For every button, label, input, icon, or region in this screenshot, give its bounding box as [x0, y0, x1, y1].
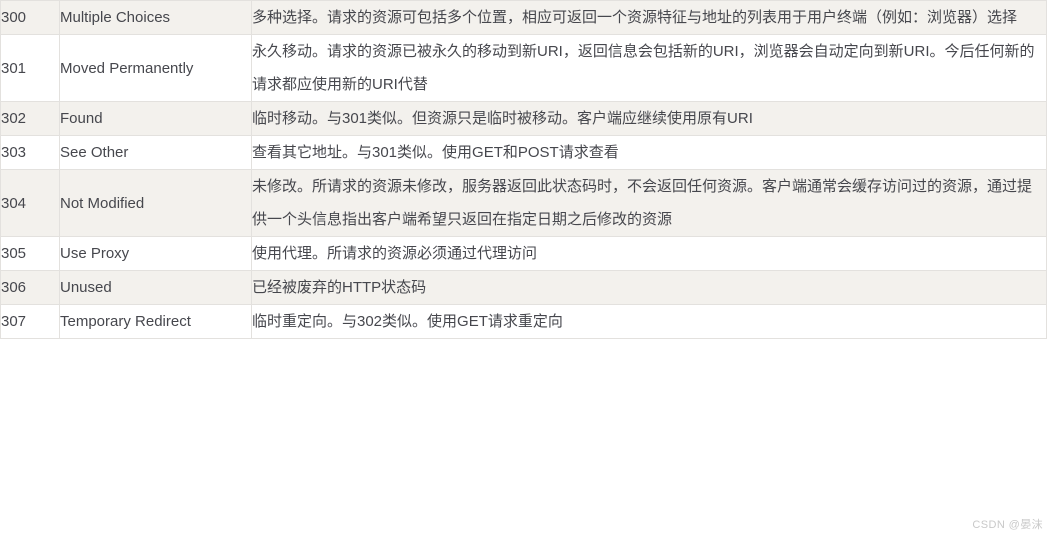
status-name-cell: Not Modified	[59, 169, 252, 237]
table-row: 303 See Other 查看其它地址。与301类似。使用GET和POST请求查看	[0, 135, 1047, 170]
status-code-cell: 305	[0, 236, 60, 271]
status-code-cell: 306	[0, 270, 60, 305]
http-status-code-table: 300 Multiple Choices 多种选择。请求的资源可包括多个位置，相应可…	[0, 0, 1047, 339]
status-name-cell: Unused	[59, 270, 252, 305]
csdn-watermark: CSDN @晏沫	[972, 519, 1043, 531]
status-description-cell: 查看其它地址。与301类似。使用GET和POST请求查看	[251, 135, 1047, 170]
status-description-cell: 已经被废弃的HTTP状态码	[251, 270, 1047, 305]
status-code-cell: 304	[0, 169, 60, 237]
status-name-cell: Found	[59, 101, 252, 136]
status-code-cell: 303	[0, 135, 60, 170]
table-row: 302 Found 临时移动。与301类似。但资源只是临时被移动。客户端应继续使用原…	[0, 101, 1047, 136]
status-description-cell: 使用代理。所请求的资源必须通过代理访问	[251, 236, 1047, 271]
status-name-cell: See Other	[59, 135, 252, 170]
table-row: 305 Use Proxy 使用代理。所请求的资源必须通过代理访问	[0, 236, 1047, 271]
status-description-cell: 多种选择。请求的资源可包括多个位置，相应可返回一个资源特征与地址的列表用于用户终…	[251, 0, 1047, 35]
table-row: 300 Multiple Choices 多种选择。请求的资源可包括多个位置，相应可…	[0, 0, 1047, 35]
status-code-cell: 302	[0, 101, 60, 136]
table-row: 306 Unused 已经被废弃的HTTP状态码	[0, 270, 1047, 305]
table-row: 304 Not Modified 未修改。所请求的资源未修改，服务器返回此状态码时，…	[0, 169, 1047, 237]
status-code-cell: 307	[0, 304, 60, 339]
status-name-cell: Moved Permanently	[59, 34, 252, 102]
status-name-cell: Use Proxy	[59, 236, 252, 271]
table-row: 301 Moved Permanently 永久移动。请求的资源已被永久的移动到新U…	[0, 34, 1047, 102]
status-code-cell: 301	[0, 34, 60, 102]
status-description-cell: 临时移动。与301类似。但资源只是临时被移动。客户端应继续使用原有URI	[251, 101, 1047, 136]
status-code-cell: 300	[0, 0, 60, 35]
status-description-cell: 未修改。所请求的资源未修改，服务器返回此状态码时，不会返回任何资源。客户端通常会…	[251, 169, 1047, 237]
status-name-cell: Temporary Redirect	[59, 304, 252, 339]
status-description-cell: 临时重定向。与302类似。使用GET请求重定向	[251, 304, 1047, 339]
status-description-cell: 永久移动。请求的资源已被永久的移动到新URI，返回信息会包括新的URI，浏览器会…	[251, 34, 1047, 102]
table-body: 300 Multiple Choices 多种选择。请求的资源可包括多个位置，相应可…	[0, 0, 1047, 339]
status-name-cell: Multiple Choices	[59, 0, 252, 35]
table-row: 307 Temporary Redirect 临时重定向。与302类似。使用GET请…	[0, 304, 1047, 339]
